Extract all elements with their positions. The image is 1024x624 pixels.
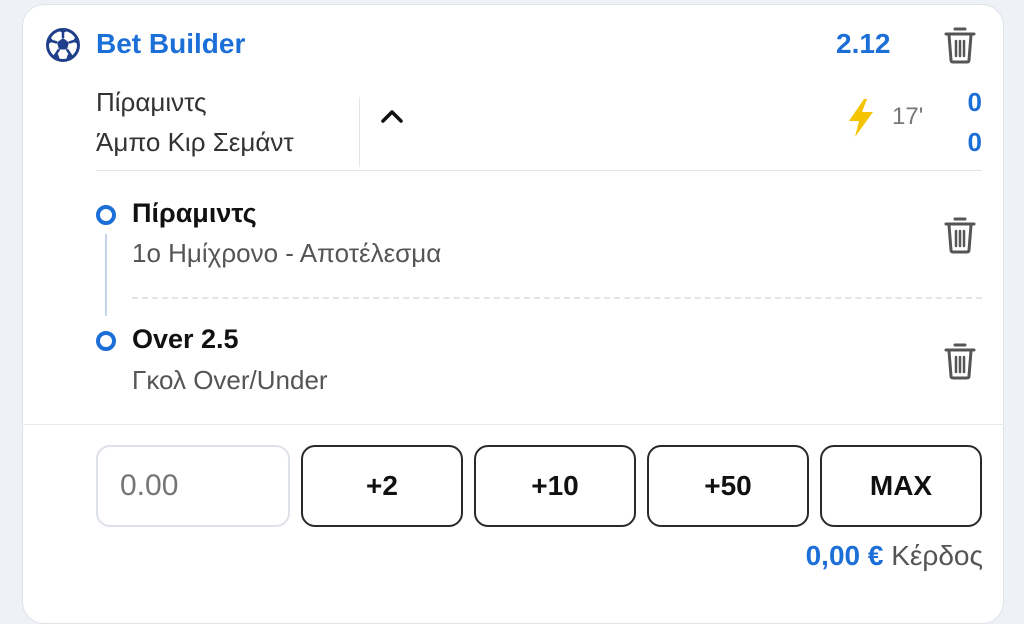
- quick-stake-50-button[interactable]: +50: [647, 445, 809, 527]
- away-score: 0: [967, 127, 982, 157]
- payout-amount: 0,00 €: [805, 540, 884, 571]
- selection-name: Over 2.5: [132, 324, 239, 354]
- chevron-up-icon[interactable]: [378, 104, 406, 128]
- selection-name: Πίραμιντς: [132, 198, 257, 228]
- divider: [132, 297, 982, 299]
- selection-connector: [105, 234, 107, 316]
- max-stake-button[interactable]: MAX: [820, 445, 982, 527]
- stake-input[interactable]: [96, 445, 290, 527]
- lightning-icon: [849, 99, 873, 137]
- selection-market: Γκολ Over/Under: [132, 365, 328, 395]
- home-team: Πίραμιντς: [96, 87, 207, 117]
- divider: [96, 170, 982, 171]
- quick-stake-10-button[interactable]: +10: [474, 445, 636, 527]
- quick-stake-2-button[interactable]: +2: [301, 445, 463, 527]
- match-teams: Πίραμιντς Άμπο Κιρ Σεμάντ: [96, 82, 294, 162]
- potential-payout: 0,00 € Κέρδος: [700, 540, 983, 572]
- trash-icon[interactable]: [943, 216, 977, 254]
- away-team: Άμπο Κιρ Σεμάντ: [96, 127, 294, 157]
- trash-icon[interactable]: [943, 26, 977, 64]
- payout-label: Κέρδος: [891, 540, 983, 571]
- home-score: 0: [967, 87, 982, 117]
- selection-market: 1ο Ημίχρονο - Αποτέλεσμα: [132, 238, 442, 268]
- trash-icon[interactable]: [943, 342, 977, 380]
- soccer-ball-icon: [46, 28, 80, 62]
- divider: [359, 97, 360, 167]
- selection-marker: [96, 331, 116, 351]
- selection-marker: [96, 205, 116, 225]
- match-minute: 17': [892, 103, 924, 130]
- total-odds: 2.12: [836, 28, 891, 59]
- bet-builder-title: Bet Builder: [96, 28, 246, 59]
- match-score: 0 0: [960, 82, 982, 162]
- divider: [22, 424, 1004, 425]
